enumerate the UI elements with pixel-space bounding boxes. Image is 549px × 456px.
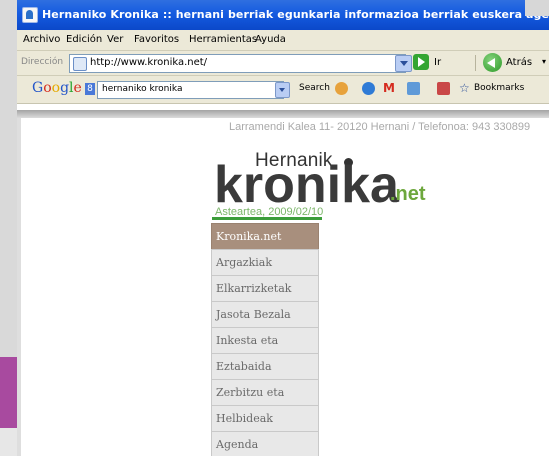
ie-window-icon[interactable] bbox=[22, 7, 38, 23]
google-search-input[interactable]: hernaniko kronika bbox=[97, 81, 284, 99]
gmail-icon[interactable]: M bbox=[383, 81, 395, 95]
nav-item-kronika-net[interactable]: Kronika.net bbox=[211, 223, 319, 249]
menu-favoritos[interactable]: Favoritos bbox=[134, 34, 179, 45]
title-bar[interactable]: Hernaniko Kronika :: hernani berriak egu… bbox=[17, 0, 549, 30]
nav-item-agenda[interactable]: Agenda bbox=[211, 431, 319, 456]
desktop-background-right bbox=[525, 0, 549, 16]
nav-item-elkarrizketak[interactable]: Elkarrizketak bbox=[211, 275, 319, 301]
address-dropdown-icon[interactable] bbox=[395, 55, 412, 72]
highlight-icon[interactable] bbox=[362, 82, 375, 95]
address-bar: Dirección http://www.kronika.net/ Ir Atr… bbox=[17, 51, 549, 76]
nav-item-jasota-bezala[interactable]: Jasota Bezala bbox=[211, 301, 319, 327]
nav-item-zerbitzu-eta[interactable]: Zerbitzu eta bbox=[211, 379, 319, 405]
extensions-icon[interactable] bbox=[407, 82, 420, 95]
bookmarks-button[interactable]: Bookmarks bbox=[474, 83, 524, 93]
google-search-button[interactable]: Search bbox=[299, 83, 330, 93]
nav-item-helbideak[interactable]: Helbideak bbox=[211, 405, 319, 431]
google-search-query[interactable]: hernaniko kronika bbox=[102, 84, 182, 94]
address-input[interactable]: http://www.kronika.net/ bbox=[69, 54, 406, 73]
nav-item-inkesta-eta[interactable]: Inkesta eta bbox=[211, 327, 319, 353]
google-logo[interactable]: Google bbox=[32, 80, 82, 96]
address-url[interactable]: http://www.kronika.net/ bbox=[90, 57, 207, 68]
side-navigation: Kronika.net Argazkiak Elkarrizketak Jaso… bbox=[211, 223, 321, 456]
go-arrow-icon[interactable] bbox=[413, 54, 429, 70]
desktop-purple-panel bbox=[0, 357, 17, 428]
page-left-edge bbox=[17, 118, 21, 456]
back-arrow-icon[interactable] bbox=[483, 53, 502, 72]
address-label: Dirección bbox=[21, 57, 64, 67]
google-toolbar: Google 8 hernaniko kronika Search M ☆ Bo… bbox=[17, 76, 549, 104]
pagerank-icon[interactable] bbox=[335, 82, 348, 95]
popup-blocker-icon[interactable] bbox=[437, 82, 450, 95]
nav-item-argazkiak[interactable]: Argazkiak bbox=[211, 249, 319, 275]
browser-window: Hernaniko Kronika :: hernani berriak egu… bbox=[17, 0, 549, 456]
page-icon bbox=[73, 57, 87, 71]
menu-ver[interactable]: Ver bbox=[107, 34, 123, 45]
back-button-label[interactable]: Atrás bbox=[506, 57, 532, 68]
desktop-background-bottom bbox=[0, 428, 17, 456]
back-dropdown-icon[interactable]: ▾ bbox=[542, 57, 546, 66]
date-underline bbox=[212, 217, 322, 220]
menu-edicion[interactable]: Edición bbox=[66, 34, 102, 45]
star-icon[interactable]: ☆ bbox=[459, 81, 470, 95]
menu-herramientas[interactable]: Herramientas bbox=[189, 34, 257, 45]
toolbar-separator bbox=[475, 55, 476, 71]
google-search-type-icon[interactable]: 8 bbox=[85, 83, 95, 95]
menu-ayuda[interactable]: Ayuda bbox=[255, 34, 286, 45]
menu-archivo[interactable]: Archivo bbox=[23, 34, 60, 45]
go-button-label[interactable]: Ir bbox=[434, 57, 441, 68]
site-address-line: Larramendi Kalea 11- 20120 Hernani / Tel… bbox=[229, 121, 531, 133]
nav-item-eztabaida[interactable]: Eztabaida bbox=[211, 353, 319, 379]
page-content: Larramendi Kalea 11- 20120 Hernani / Tel… bbox=[17, 104, 549, 456]
google-search-dropdown-icon[interactable] bbox=[275, 82, 290, 98]
logo-net-text: .net bbox=[390, 183, 426, 205]
header-stripe bbox=[17, 110, 549, 118]
window-title: Hernaniko Kronika :: hernani berriak egu… bbox=[42, 8, 549, 21]
menu-bar: Archivo Edición Ver Favoritos Herramient… bbox=[17, 30, 549, 51]
